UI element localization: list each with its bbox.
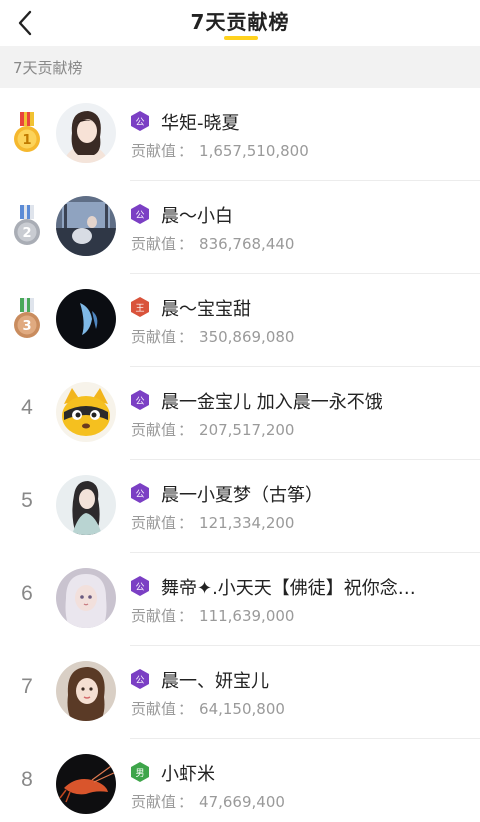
avatar[interactable] (56, 475, 116, 535)
contribution-value: 350,869,080 (199, 328, 295, 346)
title-underline (224, 36, 258, 40)
svg-text:2: 2 (22, 226, 31, 241)
ranking-row[interactable]: 8 男 小虾米 贡献值： 47,669,400 (0, 739, 480, 822)
contribution-value: 1,657,510,800 (199, 142, 309, 160)
ranking-row[interactable]: 7 公 晨一、妍宝儿 贡献值： 64,150,800 (0, 646, 480, 739)
section-label: 7天贡献榜 (13, 59, 83, 77)
badge-icon: 公 (131, 390, 149, 410)
ranking-row[interactable]: 2 公 晨～小白 贡献值： 836,768,440 (0, 181, 480, 274)
svg-text:公: 公 (135, 210, 144, 221)
contribution-text: 贡献值： 207,517,200 (131, 421, 295, 439)
user-name: 小虾米 (161, 764, 215, 785)
user-name: 晨一、妍宝儿 (161, 671, 269, 692)
ranking-row[interactable]: 6 公 舞帝✦.小天天【佛徒】祝你念… 贡献值： 111,639,000 (0, 553, 480, 646)
page-title: 7天贡献榜 (190, 10, 290, 34)
gold-medal-icon: 1 (14, 112, 40, 152)
badge-icon: 男 (131, 762, 149, 782)
avatar[interactable] (56, 196, 116, 256)
rank-number: 6 (21, 582, 33, 605)
user-name: 晨～小白 (161, 206, 233, 227)
rank-number: 4 (21, 396, 33, 419)
contribution-value: 64,150,800 (199, 700, 285, 718)
contribution-text: 贡献值： 47,669,400 (131, 793, 285, 811)
contribution-text: 贡献值： 836,768,440 (131, 235, 295, 253)
badge-icon: 公 (131, 204, 149, 224)
avatar[interactable] (56, 661, 116, 721)
svg-text:1: 1 (22, 133, 31, 148)
contribution-text: 贡献值： 1,657,510,800 (131, 142, 309, 160)
badge-icon: 王 (131, 297, 149, 317)
user-name: 晨～宝宝甜 (161, 299, 251, 320)
svg-text:男: 男 (135, 768, 144, 779)
badge-icon: 公 (131, 576, 149, 596)
avatar[interactable] (56, 754, 116, 814)
contribution-value: 121,334,200 (199, 514, 295, 532)
badge-icon: 公 (131, 669, 149, 689)
svg-text:公: 公 (135, 396, 144, 407)
contribution-text: 贡献值： 64,150,800 (131, 700, 285, 718)
svg-text:3: 3 (22, 319, 31, 334)
avatar[interactable] (56, 568, 116, 628)
contribution-value: 111,639,000 (199, 607, 295, 625)
rank-number: 8 (21, 768, 33, 791)
svg-text:公: 公 (135, 582, 144, 593)
contribution-value: 836,768,440 (199, 235, 295, 253)
top-bar: 7天贡献榜 (0, 0, 480, 46)
ranking-row[interactable]: 4 公 晨一金宝儿 加入晨一永不饿 贡献值： 207,517,200 (0, 367, 480, 460)
ranking-row[interactable]: 5 公 晨一小夏梦（古筝） 贡献值： 121,334,200 (0, 460, 480, 553)
contribution-text: 贡献值： 350,869,080 (131, 328, 295, 346)
svg-text:公: 公 (135, 489, 144, 500)
avatar[interactable] (56, 289, 116, 349)
contribution-value: 47,669,400 (199, 793, 285, 811)
ranking-list: 1 公 华矩-晓夏 贡献值： 1,657,510,800 2 公 晨～小白 贡献… (0, 88, 480, 822)
user-name: 晨一金宝儿 加入晨一永不饿 (161, 392, 383, 413)
svg-text:公: 公 (135, 117, 144, 128)
avatar[interactable] (56, 382, 116, 442)
rank-number: 5 (21, 489, 33, 512)
contribution-value: 207,517,200 (199, 421, 295, 439)
ranking-row[interactable]: 1 公 华矩-晓夏 贡献值： 1,657,510,800 (0, 88, 480, 181)
user-name: 华矩-晓夏 (161, 113, 240, 134)
user-name: 晨一小夏梦（古筝） (161, 485, 323, 506)
bronze-medal-icon: 3 (14, 298, 40, 338)
badge-icon: 公 (131, 111, 149, 131)
contribution-text: 贡献值： 121,334,200 (131, 514, 295, 532)
badge-icon: 公 (131, 483, 149, 503)
ranking-row[interactable]: 3 王 晨～宝宝甜 贡献值： 350,869,080 (0, 274, 480, 367)
svg-text:公: 公 (135, 675, 144, 686)
avatar[interactable] (56, 103, 116, 163)
silver-medal-icon: 2 (14, 205, 40, 245)
section-header: 7天贡献榜 (0, 46, 480, 88)
rank-number: 7 (21, 675, 33, 698)
contribution-text: 贡献值： 111,639,000 (131, 607, 295, 625)
svg-text:王: 王 (135, 303, 144, 314)
user-name: 舞帝✦.小天天【佛徒】祝你念… (161, 578, 416, 599)
